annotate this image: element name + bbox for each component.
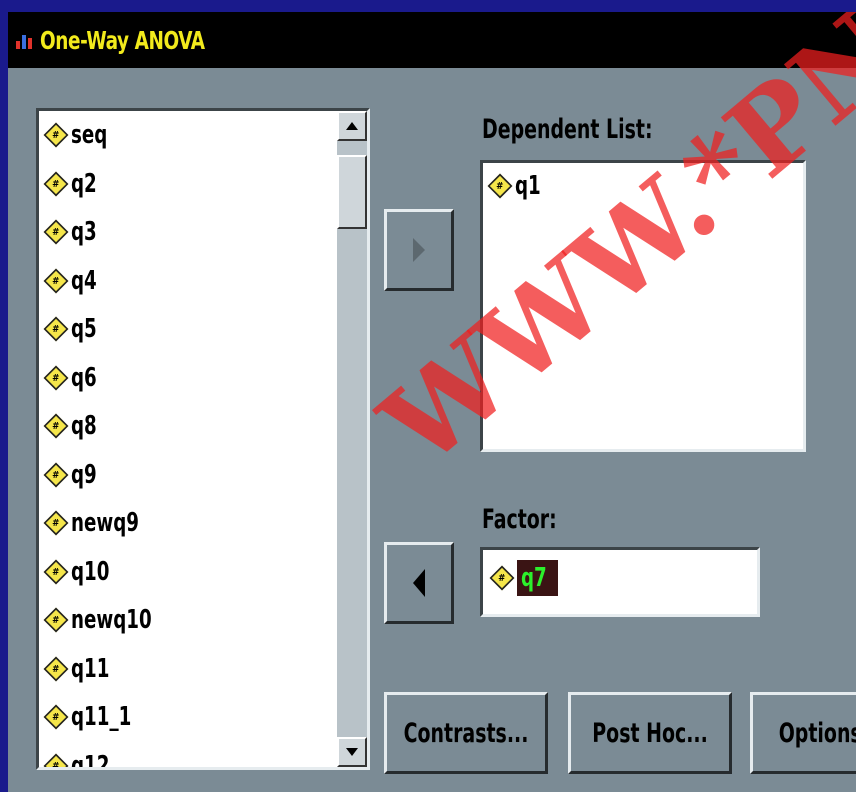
variable-label: seq (71, 120, 108, 151)
dependent-list-label: Dependent List: (482, 114, 653, 145)
up-arrow-icon (346, 122, 358, 130)
vertical-scrollbar[interactable] (337, 111, 367, 767)
title-bar[interactable]: One-Way ANOVA (8, 12, 856, 68)
variable-list-item[interactable]: # q8 (39, 402, 325, 451)
scale-variable-icon: # (43, 365, 69, 391)
spss-app-icon (16, 35, 32, 49)
scroll-up-button[interactable] (337, 111, 367, 141)
variable-label: q8 (71, 411, 97, 442)
variable-list-items: # seq # q2 # q3 # q4 # q5 # q6 # q8 # q9 # newq9 # q10 # newq… (39, 111, 325, 767)
scale-variable-icon: # (43, 413, 69, 439)
scale-variable-icon: # (43, 753, 69, 767)
factor-value: q7 (521, 563, 547, 593)
variable-list-item[interactable]: # q4 (39, 257, 325, 306)
variable-label: q11_1 (71, 702, 132, 733)
window-title: One-Way ANOVA (40, 25, 205, 55)
variable-label: q3 (71, 217, 97, 248)
variable-label: q11 (71, 653, 110, 684)
variable-label: q12 (71, 750, 110, 767)
variable-list-item[interactable]: # newq9 (39, 499, 325, 548)
options-button[interactable]: Options (750, 692, 856, 774)
variable-list-item[interactable]: # q11_1 (39, 693, 325, 742)
right-arrow-icon (413, 238, 425, 262)
variable-label: newq10 (71, 605, 152, 636)
variable-label: q2 (71, 168, 97, 199)
variable-label: q5 (71, 314, 97, 345)
variable-label: newq9 (71, 508, 139, 539)
contrasts-button[interactable]: Contrasts... (384, 692, 548, 774)
variable-list-item[interactable]: # q5 (39, 305, 325, 354)
factor-selected-item[interactable]: # q7 (489, 560, 757, 596)
variable-list-item[interactable]: # q2 (39, 160, 325, 209)
post-hoc-button[interactable]: Post Hoc... (568, 692, 732, 774)
scroll-thumb[interactable] (337, 155, 367, 229)
factor-field[interactable]: # q7 (480, 547, 760, 617)
variable-label: q9 (71, 459, 97, 490)
variable-list-item[interactable]: # q11 (39, 645, 325, 694)
scale-variable-icon: # (43, 122, 69, 148)
anova-dialog: One-Way ANOVA # seq # q2 # q3 # q4 # q5 # q6 # q8 # q9 #… (8, 12, 856, 792)
scale-variable-icon: # (43, 559, 69, 585)
scale-variable-icon: # (43, 316, 69, 342)
scale-variable-icon: # (43, 171, 69, 197)
scale-variable-icon: # (43, 462, 69, 488)
variable-list-item[interactable]: # q12 (39, 742, 325, 767)
dependent-item[interactable]: # q1 (483, 163, 803, 201)
down-arrow-icon (346, 748, 358, 756)
variable-list-item[interactable]: # newq10 (39, 596, 325, 645)
scroll-down-button[interactable] (337, 737, 367, 767)
scale-variable-icon: # (487, 173, 513, 199)
scale-variable-icon: # (43, 704, 69, 730)
move-to-dependent-button[interactable] (384, 209, 454, 291)
scale-variable-icon: # (43, 607, 69, 633)
scale-variable-icon: # (489, 565, 515, 591)
scale-variable-icon: # (43, 656, 69, 682)
factor-label: Factor: (482, 504, 557, 535)
move-from-factor-button[interactable] (384, 542, 454, 624)
variable-list-item[interactable]: # q6 (39, 354, 325, 403)
left-arrow-icon (413, 569, 425, 597)
dependent-list[interactable]: # q1 (480, 160, 806, 452)
variable-list-item[interactable]: # q9 (39, 451, 325, 500)
dependent-item-label: q1 (515, 171, 541, 201)
variable-source-list[interactable]: # seq # q2 # q3 # q4 # q5 # q6 # q8 # q9 # newq9 # q10 # newq… (36, 108, 370, 770)
scale-variable-icon: # (43, 510, 69, 536)
variable-list-item[interactable]: # seq (39, 111, 325, 160)
variable-label: q6 (71, 362, 97, 393)
variable-label: q10 (71, 556, 110, 587)
variable-list-item[interactable]: # q3 (39, 208, 325, 257)
variable-list-item[interactable]: # q10 (39, 548, 325, 597)
scale-variable-icon: # (43, 268, 69, 294)
variable-label: q4 (71, 265, 97, 296)
scale-variable-icon: # (43, 219, 69, 245)
